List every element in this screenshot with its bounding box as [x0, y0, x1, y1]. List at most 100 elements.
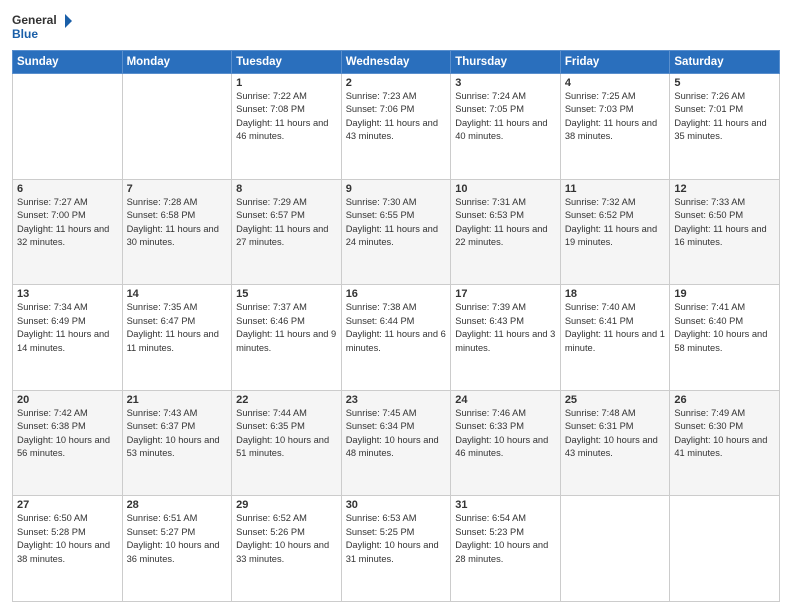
day-number: 9	[346, 183, 447, 195]
svg-text:General: General	[12, 13, 57, 27]
calendar-cell: 13Sunrise: 7:34 AMSunset: 6:49 PMDayligh…	[13, 285, 123, 391]
day-info: Sunrise: 7:37 AMSunset: 6:46 PMDaylight:…	[236, 301, 337, 355]
weekday-header: Tuesday	[232, 51, 342, 74]
calendar-cell: 31Sunrise: 6:54 AMSunset: 5:23 PMDayligh…	[451, 496, 561, 602]
calendar-header-row: SundayMondayTuesdayWednesdayThursdayFrid…	[13, 51, 780, 74]
day-info: Sunrise: 7:45 AMSunset: 6:34 PMDaylight:…	[346, 407, 447, 461]
day-number: 29	[236, 499, 337, 511]
calendar-cell: 2Sunrise: 7:23 AMSunset: 7:06 PMDaylight…	[341, 74, 451, 180]
day-info: Sunrise: 7:40 AMSunset: 6:41 PMDaylight:…	[565, 301, 666, 355]
day-info: Sunrise: 7:30 AMSunset: 6:55 PMDaylight:…	[346, 196, 447, 250]
day-number: 15	[236, 288, 337, 300]
calendar-week-row: 6Sunrise: 7:27 AMSunset: 7:00 PMDaylight…	[13, 179, 780, 285]
day-info: Sunrise: 7:49 AMSunset: 6:30 PMDaylight:…	[674, 407, 775, 461]
day-info: Sunrise: 7:25 AMSunset: 7:03 PMDaylight:…	[565, 90, 666, 144]
calendar-cell: 3Sunrise: 7:24 AMSunset: 7:05 PMDaylight…	[451, 74, 561, 180]
day-info: Sunrise: 7:34 AMSunset: 6:49 PMDaylight:…	[17, 301, 118, 355]
day-info: Sunrise: 6:54 AMSunset: 5:23 PMDaylight:…	[455, 512, 556, 566]
logo: General Blue	[12, 10, 72, 42]
day-number: 18	[565, 288, 666, 300]
calendar-cell: 28Sunrise: 6:51 AMSunset: 5:27 PMDayligh…	[122, 496, 232, 602]
day-info: Sunrise: 6:53 AMSunset: 5:25 PMDaylight:…	[346, 512, 447, 566]
day-info: Sunrise: 7:41 AMSunset: 6:40 PMDaylight:…	[674, 301, 775, 355]
day-number: 19	[674, 288, 775, 300]
calendar-table: SundayMondayTuesdayWednesdayThursdayFrid…	[12, 50, 780, 602]
calendar-cell: 8Sunrise: 7:29 AMSunset: 6:57 PMDaylight…	[232, 179, 342, 285]
day-number: 2	[346, 77, 447, 89]
weekday-header: Friday	[560, 51, 670, 74]
day-info: Sunrise: 7:48 AMSunset: 6:31 PMDaylight:…	[565, 407, 666, 461]
page: General Blue SundayMondayTuesdayWednesda…	[0, 0, 792, 612]
day-number: 7	[127, 183, 228, 195]
calendar-cell: 23Sunrise: 7:45 AMSunset: 6:34 PMDayligh…	[341, 390, 451, 496]
calendar-cell: 16Sunrise: 7:38 AMSunset: 6:44 PMDayligh…	[341, 285, 451, 391]
day-number: 11	[565, 183, 666, 195]
day-number: 17	[455, 288, 556, 300]
calendar-cell: 14Sunrise: 7:35 AMSunset: 6:47 PMDayligh…	[122, 285, 232, 391]
calendar-cell: 26Sunrise: 7:49 AMSunset: 6:30 PMDayligh…	[670, 390, 780, 496]
calendar-week-row: 27Sunrise: 6:50 AMSunset: 5:28 PMDayligh…	[13, 496, 780, 602]
calendar-cell: 17Sunrise: 7:39 AMSunset: 6:43 PMDayligh…	[451, 285, 561, 391]
day-info: Sunrise: 7:26 AMSunset: 7:01 PMDaylight:…	[674, 90, 775, 144]
calendar-cell: 4Sunrise: 7:25 AMSunset: 7:03 PMDaylight…	[560, 74, 670, 180]
weekday-header: Wednesday	[341, 51, 451, 74]
day-number: 8	[236, 183, 337, 195]
weekday-header: Thursday	[451, 51, 561, 74]
day-number: 23	[346, 394, 447, 406]
calendar-cell: 6Sunrise: 7:27 AMSunset: 7:00 PMDaylight…	[13, 179, 123, 285]
day-number: 31	[455, 499, 556, 511]
calendar-cell: 18Sunrise: 7:40 AMSunset: 6:41 PMDayligh…	[560, 285, 670, 391]
day-number: 3	[455, 77, 556, 89]
day-number: 22	[236, 394, 337, 406]
calendar-cell: 5Sunrise: 7:26 AMSunset: 7:01 PMDaylight…	[670, 74, 780, 180]
day-info: Sunrise: 6:52 AMSunset: 5:26 PMDaylight:…	[236, 512, 337, 566]
day-number: 25	[565, 394, 666, 406]
calendar-cell: 22Sunrise: 7:44 AMSunset: 6:35 PMDayligh…	[232, 390, 342, 496]
day-info: Sunrise: 7:33 AMSunset: 6:50 PMDaylight:…	[674, 196, 775, 250]
calendar-week-row: 20Sunrise: 7:42 AMSunset: 6:38 PMDayligh…	[13, 390, 780, 496]
weekday-header: Saturday	[670, 51, 780, 74]
calendar-cell: 19Sunrise: 7:41 AMSunset: 6:40 PMDayligh…	[670, 285, 780, 391]
day-number: 21	[127, 394, 228, 406]
day-info: Sunrise: 7:28 AMSunset: 6:58 PMDaylight:…	[127, 196, 228, 250]
day-info: Sunrise: 7:27 AMSunset: 7:00 PMDaylight:…	[17, 196, 118, 250]
day-info: Sunrise: 7:22 AMSunset: 7:08 PMDaylight:…	[236, 90, 337, 144]
calendar-cell: 9Sunrise: 7:30 AMSunset: 6:55 PMDaylight…	[341, 179, 451, 285]
day-number: 27	[17, 499, 118, 511]
day-number: 30	[346, 499, 447, 511]
calendar-cell: 10Sunrise: 7:31 AMSunset: 6:53 PMDayligh…	[451, 179, 561, 285]
day-info: Sunrise: 7:42 AMSunset: 6:38 PMDaylight:…	[17, 407, 118, 461]
calendar-cell: 20Sunrise: 7:42 AMSunset: 6:38 PMDayligh…	[13, 390, 123, 496]
day-info: Sunrise: 7:31 AMSunset: 6:53 PMDaylight:…	[455, 196, 556, 250]
calendar-cell: 7Sunrise: 7:28 AMSunset: 6:58 PMDaylight…	[122, 179, 232, 285]
calendar-week-row: 13Sunrise: 7:34 AMSunset: 6:49 PMDayligh…	[13, 285, 780, 391]
day-number: 1	[236, 77, 337, 89]
day-info: Sunrise: 7:32 AMSunset: 6:52 PMDaylight:…	[565, 196, 666, 250]
calendar-cell: 12Sunrise: 7:33 AMSunset: 6:50 PMDayligh…	[670, 179, 780, 285]
day-info: Sunrise: 7:35 AMSunset: 6:47 PMDaylight:…	[127, 301, 228, 355]
day-number: 5	[674, 77, 775, 89]
day-info: Sunrise: 6:50 AMSunset: 5:28 PMDaylight:…	[17, 512, 118, 566]
calendar-cell: 1Sunrise: 7:22 AMSunset: 7:08 PMDaylight…	[232, 74, 342, 180]
day-info: Sunrise: 7:43 AMSunset: 6:37 PMDaylight:…	[127, 407, 228, 461]
day-info: Sunrise: 7:29 AMSunset: 6:57 PMDaylight:…	[236, 196, 337, 250]
day-info: Sunrise: 7:24 AMSunset: 7:05 PMDaylight:…	[455, 90, 556, 144]
calendar-body: 1Sunrise: 7:22 AMSunset: 7:08 PMDaylight…	[13, 74, 780, 602]
day-number: 28	[127, 499, 228, 511]
day-number: 24	[455, 394, 556, 406]
day-number: 4	[565, 77, 666, 89]
calendar-cell: 30Sunrise: 6:53 AMSunset: 5:25 PMDayligh…	[341, 496, 451, 602]
calendar-cell: 25Sunrise: 7:48 AMSunset: 6:31 PMDayligh…	[560, 390, 670, 496]
calendar-cell	[560, 496, 670, 602]
day-info: Sunrise: 7:23 AMSunset: 7:06 PMDaylight:…	[346, 90, 447, 144]
calendar-cell: 29Sunrise: 6:52 AMSunset: 5:26 PMDayligh…	[232, 496, 342, 602]
day-number: 20	[17, 394, 118, 406]
calendar-cell: 15Sunrise: 7:37 AMSunset: 6:46 PMDayligh…	[232, 285, 342, 391]
day-info: Sunrise: 7:38 AMSunset: 6:44 PMDaylight:…	[346, 301, 447, 355]
day-number: 13	[17, 288, 118, 300]
header: General Blue	[12, 10, 780, 42]
day-info: Sunrise: 6:51 AMSunset: 5:27 PMDaylight:…	[127, 512, 228, 566]
day-info: Sunrise: 7:46 AMSunset: 6:33 PMDaylight:…	[455, 407, 556, 461]
day-info: Sunrise: 7:39 AMSunset: 6:43 PMDaylight:…	[455, 301, 556, 355]
calendar-cell	[13, 74, 123, 180]
